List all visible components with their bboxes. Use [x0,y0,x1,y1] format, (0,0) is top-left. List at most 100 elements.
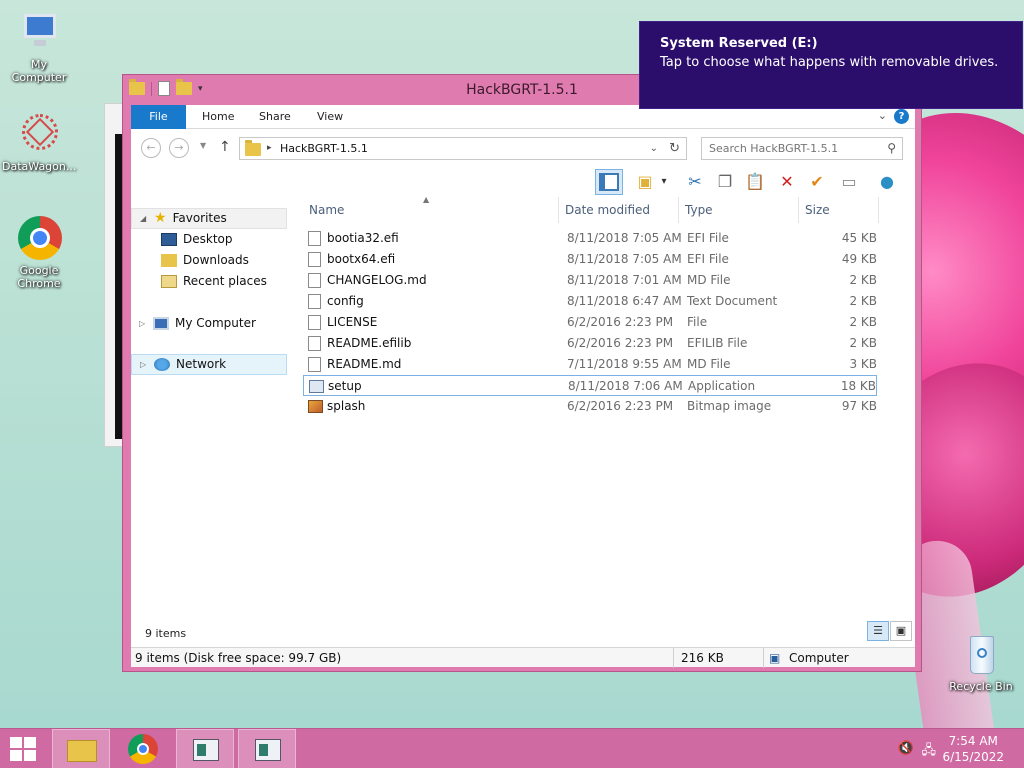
file-row-selected[interactable]: setup 8/11/2018 7:06 AM Application 18 K… [303,375,877,396]
tab-file[interactable]: File [131,105,186,129]
chevron-down-icon[interactable]: ⌄ [650,143,658,154]
taskbar-file-explorer[interactable] [52,729,110,768]
breadcrumb-arrow-icon[interactable]: ▸ [267,143,272,153]
star-icon: ★ [154,210,167,226]
desktop-icon-label: Google Chrome [17,264,61,290]
chevron-down-icon[interactable]: ▾ [657,169,671,195]
network-icon [154,358,170,371]
navigation-bar: ← → ▼ ↑ ▸ HackBGRT-1.5.1 ⌄ ↻ ⚲ [131,129,915,167]
search-icon[interactable]: ⚲ [887,141,896,155]
network-tray-icon[interactable]: 🖧 [922,741,937,763]
column-header-type[interactable]: Type [679,197,799,223]
search-input[interactable] [702,138,872,159]
status-summary: 9 items (Disk free space: 99.7 GB) [135,651,342,665]
computer-icon: ▣ [769,651,781,665]
taskbar: 🔇 🖧 7:54 AM 6/15/2022 [0,728,1024,768]
details-view-button[interactable]: ☰ [867,621,889,641]
desktop-icon-label: DataWagon... [2,160,77,173]
text-file-icon [308,294,321,309]
preview-pane-button[interactable] [595,169,623,195]
nav-recent-places[interactable]: Recent places [161,271,267,292]
file-list: Name ▲ Date modified Type Size bootia32.… [303,195,915,617]
file-explorer-icon [67,740,97,762]
refresh-icon[interactable]: ↻ [669,141,680,156]
taskbar-chrome[interactable] [114,729,172,768]
computer-icon [153,317,169,330]
taskbar-app-window[interactable] [176,729,234,768]
shell-button[interactable]: ● [873,169,901,195]
column-header-size[interactable]: Size [799,197,879,223]
file-row[interactable]: README.efilib 6/2/2016 2:23 PM EFILIB Fi… [303,333,877,354]
desktop-icon-my-computer[interactable]: My Computer [2,10,76,84]
folder-options-button[interactable]: ▣ [631,169,659,195]
column-header-name[interactable]: Name ▲ [303,195,559,223]
pane-icon [599,173,619,191]
column-header-date[interactable]: Date modified [559,197,679,223]
nav-label: Network [176,357,227,371]
nav-label: Downloads [183,253,249,267]
file-row[interactable]: config 8/11/2018 6:47 AM Text Document 2… [303,291,877,312]
desktop-icon-recycle-bin[interactable]: Recycle Bin [944,632,1018,693]
desktop-icon-label: My Computer [11,58,67,84]
clock[interactable]: 7:54 AM 6/15/2022 [942,733,1004,765]
file-icon [308,357,321,372]
cut-button[interactable]: ✂ [681,169,709,195]
datawagon-icon [16,112,62,158]
breadcrumb[interactable]: HackBGRT-1.5.1 [280,142,368,155]
desktop-icon-google-chrome[interactable]: Google Chrome [2,216,76,290]
navigation-pane: ◢ ★ Favorites Desktop Downloads Recent p… [131,197,291,617]
delete-icon: ✕ [780,172,794,191]
file-row[interactable]: CHANGELOG.md 8/11/2018 7:01 AM MD File 2… [303,270,877,291]
file-row[interactable]: bootx64.efi 8/11/2018 7:05 AM EFI File 4… [303,249,877,270]
folder-check-icon: ▣ [637,172,653,191]
expand-icon[interactable]: ▷ [140,354,148,375]
tab-home[interactable]: Home [188,105,248,129]
checkmark-icon: ✔ [810,172,824,191]
file-row[interactable]: splash 6/2/2016 2:23 PM Bitmap image 97 … [303,396,877,417]
forward-button[interactable]: → [169,138,189,158]
collapse-icon[interactable]: ◢ [140,208,148,229]
up-button[interactable]: ↑ [219,139,231,155]
tab-share[interactable]: Share [245,105,305,129]
desktop-icon [161,233,177,246]
recent-locations-icon[interactable]: ▼ [200,141,206,150]
rename-button[interactable]: ▭ [835,169,863,195]
recycle-bin-icon [958,632,1004,678]
autoplay-notification[interactable]: System Reserved (E:) Tap to choose what … [639,21,1023,109]
delete-button[interactable]: ✕ [773,169,801,195]
nav-network[interactable]: ▷ Network [131,354,287,375]
file-icon [308,273,321,288]
expand-ribbon-icon[interactable]: ⌄ [878,109,887,122]
copy-button[interactable]: ❐ [711,169,739,195]
windows-logo-icon [10,737,22,748]
nav-label: Recent places [183,274,267,288]
nav-label: My Computer [175,316,256,330]
downloads-icon [161,254,177,267]
search-box[interactable]: ⚲ [701,137,903,160]
desktop-icon-datawagon[interactable]: DataWagon... [2,112,76,173]
file-row[interactable]: LICENSE 6/2/2016 2:23 PM File 2 KB [303,312,877,333]
start-button[interactable] [10,737,38,763]
paste-button[interactable]: 📋 [741,169,769,195]
clock-date: 6/15/2022 [942,750,1004,764]
expand-icon[interactable]: ▷ [139,313,147,334]
select-button[interactable]: ✔ [803,169,831,195]
nav-desktop[interactable]: Desktop [161,229,233,250]
status-bar: 9 items (Disk free space: 99.7 GB) 216 K… [131,647,915,668]
nav-favorites[interactable]: ◢ ★ Favorites [131,208,287,229]
taskbar-app-window[interactable] [238,729,296,768]
address-bar[interactable]: ▸ HackBGRT-1.5.1 ⌄ ↻ [239,137,687,160]
large-icons-view-button[interactable]: ▣ [890,621,912,641]
file-explorer-window[interactable]: ▾ HackBGRT-1.5.1 File Home Share View ⌄ … [122,74,922,672]
file-icon [308,336,321,351]
back-button[interactable]: ← [141,138,161,158]
file-row[interactable]: README.md 7/11/2018 9:55 AM MD File 3 KB [303,354,877,375]
help-icon[interactable]: ? [894,109,909,124]
nav-downloads[interactable]: Downloads [161,250,249,271]
copy-icon: ❐ [717,172,733,191]
file-row[interactable]: bootia32.efi 8/11/2018 7:05 AM EFI File … [303,228,877,249]
volume-muted-icon[interactable]: 🔇 [898,741,914,756]
nav-my-computer[interactable]: ▷ My Computer [139,313,256,334]
tab-view[interactable]: View [303,105,357,129]
status-location: Computer [789,651,849,665]
